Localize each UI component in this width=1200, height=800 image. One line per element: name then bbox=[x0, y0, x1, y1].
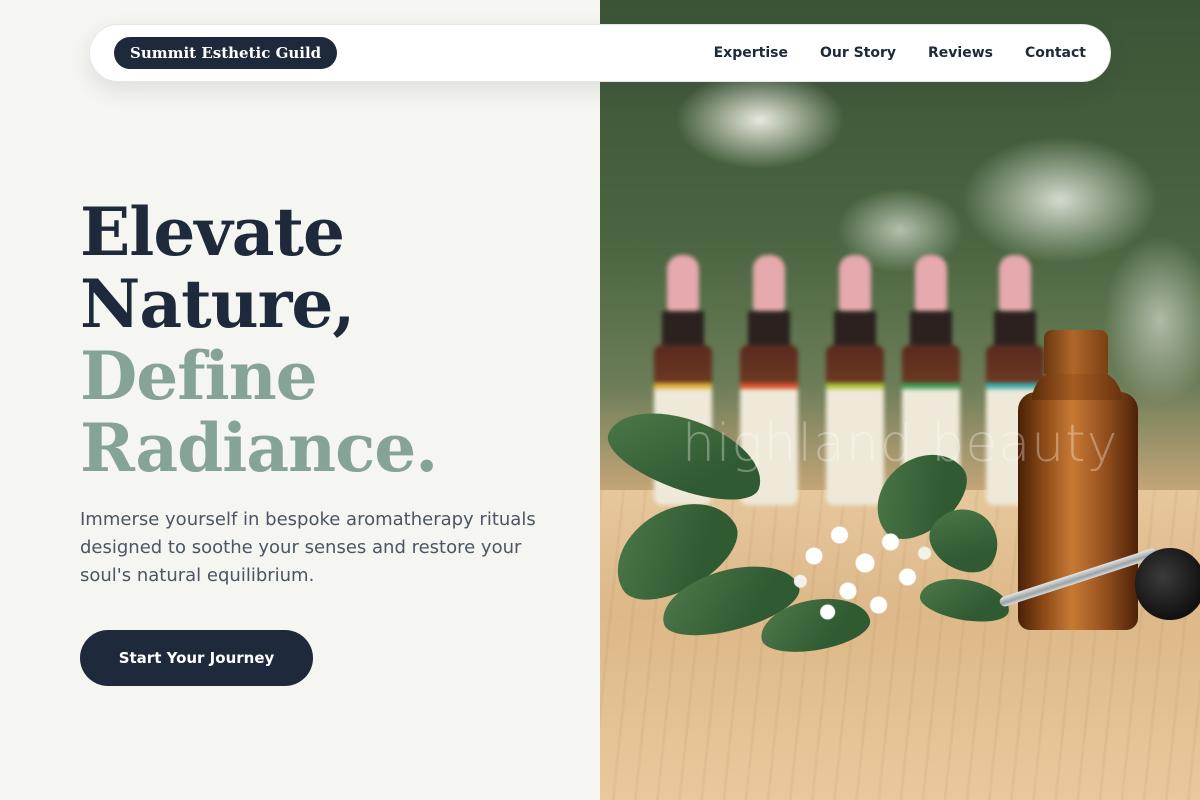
nav-link-reviews[interactable]: Reviews bbox=[928, 45, 993, 61]
hero-image: highland beauty bbox=[600, 0, 1200, 800]
brand-logo[interactable]: Summit Esthetic Guild bbox=[114, 37, 338, 69]
headline-line-4: Radiance. bbox=[80, 409, 438, 487]
white-flower-cluster bbox=[780, 500, 950, 640]
hero-subtext: Immerse yourself in bespoke aromatherapy… bbox=[80, 509, 536, 586]
navbar: Summit Esthetic Guild Expertise Our Stor… bbox=[89, 24, 1111, 82]
nav-link-our-story[interactable]: Our Story bbox=[820, 45, 896, 61]
start-journey-button[interactable]: Start Your Journey bbox=[80, 630, 313, 686]
headline-line-3: Define bbox=[80, 337, 318, 415]
image-watermark: highland beauty bbox=[682, 414, 1119, 474]
nav-links: Expertise Our Story Reviews Contact bbox=[714, 45, 1086, 61]
hero-headline: Elevate Nature, Define Radiance. bbox=[80, 196, 580, 484]
glass-dropper bbox=[998, 547, 1200, 658]
headline-line-2: Nature, bbox=[80, 265, 355, 343]
nav-link-expertise[interactable]: Expertise bbox=[714, 45, 788, 61]
nav-link-contact[interactable]: Contact bbox=[1025, 45, 1086, 61]
headline-line-1: Elevate bbox=[80, 193, 345, 271]
